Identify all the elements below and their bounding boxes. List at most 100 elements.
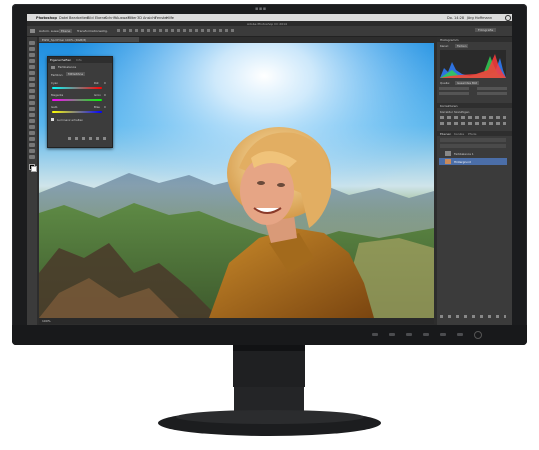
eye-icon[interactable] [440,152,443,155]
right-panel-dock: Histogramm Kanal: Farben Quelle: Gesamte… [437,37,512,325]
quick-select-tool-icon[interactable] [29,59,35,63]
blur-tool-icon[interactable] [29,113,35,117]
yellow-blue-slider[interactable] [52,111,102,113]
lasso-tool-icon[interactable] [29,53,35,57]
properties-panel-header: Eigenschaften Info [48,57,112,63]
preserve-luminosity-label: Luminanz erhalten [57,117,84,122]
move-tool-icon[interactable] [29,41,35,45]
monitor-button[interactable] [389,333,395,336]
adjustment-icons[interactable] [440,122,506,125]
tab-info[interactable]: Info [76,58,82,62]
background-color-swatch[interactable] [31,166,37,172]
channel-select[interactable]: Farben [455,44,469,48]
tools-panel [27,37,37,325]
gradient-tool-icon[interactable] [29,107,35,111]
pen-tool-icon[interactable] [29,125,35,129]
panel-footer-icons[interactable] [68,137,108,140]
menu-item[interactable]: Hilfe [166,16,174,20]
monitor-button[interactable] [406,333,412,336]
tab-paths[interactable]: Pfade [468,132,476,136]
options-bar: Autom. ausw. Ebene Transformationsstrg. … [27,26,512,37]
menu-item-app[interactable]: Photoshop [36,16,57,20]
slider-left-label: Gelb [51,105,58,109]
brush-tool-icon[interactable] [29,83,35,87]
layer-row[interactable]: Farbbalance 1 [439,150,507,157]
zoom-status[interactable]: 100% [42,319,51,323]
monitor-stand-shadow [233,345,305,351]
monitor-button[interactable] [440,333,446,336]
dodge-tool-icon[interactable] [29,119,35,123]
histogram-stats [477,87,507,90]
target-select[interactable]: Ebene [59,29,73,33]
align-icons[interactable] [117,29,237,32]
document-tab[interactable]: EIZO_hp.tif bei 100% (RGB/8) [39,37,139,42]
monitor-button[interactable] [423,333,429,336]
slider-value[interactable]: 0 [104,81,106,85]
color-balance-icon [51,66,55,69]
monitor-button[interactable] [457,333,463,336]
monitor-bezel-bottom [12,325,527,345]
workspace-select[interactable]: Fotografie [475,28,497,32]
layers-footer-icons[interactable] [440,315,506,318]
path-select-tool-icon[interactable] [29,137,35,141]
properties-panel: Eigenschaften Info Farbbalance Farbton: … [47,56,113,148]
marquee-tool-icon[interactable] [29,47,35,51]
slider-right-label: Blau [94,105,101,109]
menu-clock: Do. 14:28 [447,15,465,20]
menu-item[interactable]: Filter [128,16,137,20]
status-bar: 100% [39,318,434,324]
source-select[interactable]: Gesamtes Bild [455,81,480,85]
menu-item[interactable]: Bearbeiten [69,16,88,20]
layer-filter-bar[interactable] [440,138,506,142]
slider-right-label: Grün [94,93,101,97]
zoom-tool-icon[interactable] [29,155,35,159]
adjustments-header: Korrekturen [437,103,512,108]
menu-item[interactable]: Ansicht [143,16,156,20]
histogram-stats [477,92,507,95]
adjustments-title[interactable]: Korrekturen [440,104,458,108]
monitor-logo: ▪▪▪ [255,6,267,12]
shape-tool-icon[interactable] [29,143,35,147]
preserve-luminosity-checkbox[interactable] [51,118,54,121]
menu-user[interactable]: Jörg Hoffmann [467,16,492,20]
tab-properties[interactable]: Eigenschaften [50,58,71,62]
menu-item[interactable]: 3D [137,16,142,20]
move-tool-icon[interactable] [30,29,35,33]
histogram-header: Histogramm [437,37,512,42]
adjustments-subtitle: Korrektur hinzufügen [440,110,470,114]
layers-header: Ebenen Kanäle Pfade [437,131,512,136]
eyedropper-tool-icon[interactable] [29,71,35,75]
blend-mode-bar[interactable] [440,144,506,148]
power-button[interactable] [474,331,482,339]
tone-label: Farbton: [51,73,64,77]
adjustment-layer-thumbnail [445,151,451,156]
slider-value[interactable]: 0 [104,105,106,109]
tab-channels[interactable]: Kanäle [454,132,464,136]
histogram-stats [439,92,469,95]
histogram-title[interactable]: Histogramm [440,38,459,42]
menu-item[interactable]: Datei [59,16,68,20]
tab-layers[interactable]: Ebenen [440,132,451,136]
type-tool-icon[interactable] [29,131,35,135]
hand-tool-icon[interactable] [29,149,35,153]
tone-select[interactable]: Mitteltöne [66,72,86,76]
menu-item[interactable]: Bild [87,16,94,20]
magenta-green-slider[interactable] [52,99,102,101]
stamp-tool-icon[interactable] [29,89,35,93]
adjustment-icons[interactable] [440,116,506,119]
menu-item[interactable]: Schrift [105,16,116,20]
slider-left-label: Cyan [51,81,59,85]
cyan-red-slider[interactable] [52,87,102,89]
transform-checkbox[interactable]: Transformationsstrg. [77,29,108,33]
crop-tool-icon[interactable] [29,65,35,69]
history-brush-tool-icon[interactable] [29,95,35,99]
slider-value[interactable]: 0 [104,93,106,97]
eraser-tool-icon[interactable] [29,101,35,105]
monitor-button[interactable] [372,333,378,336]
menu-bar: Photoshop Datei Bearbeiten Bild Ebene Sc… [27,14,512,21]
monitor-stand-base-top [176,410,364,424]
healing-tool-icon[interactable] [29,77,35,81]
auto-select-checkbox[interactable]: Autom. ausw. [39,29,59,33]
layer-row-selected[interactable]: Hintergrund [439,158,507,165]
histogram-stats [439,87,469,90]
